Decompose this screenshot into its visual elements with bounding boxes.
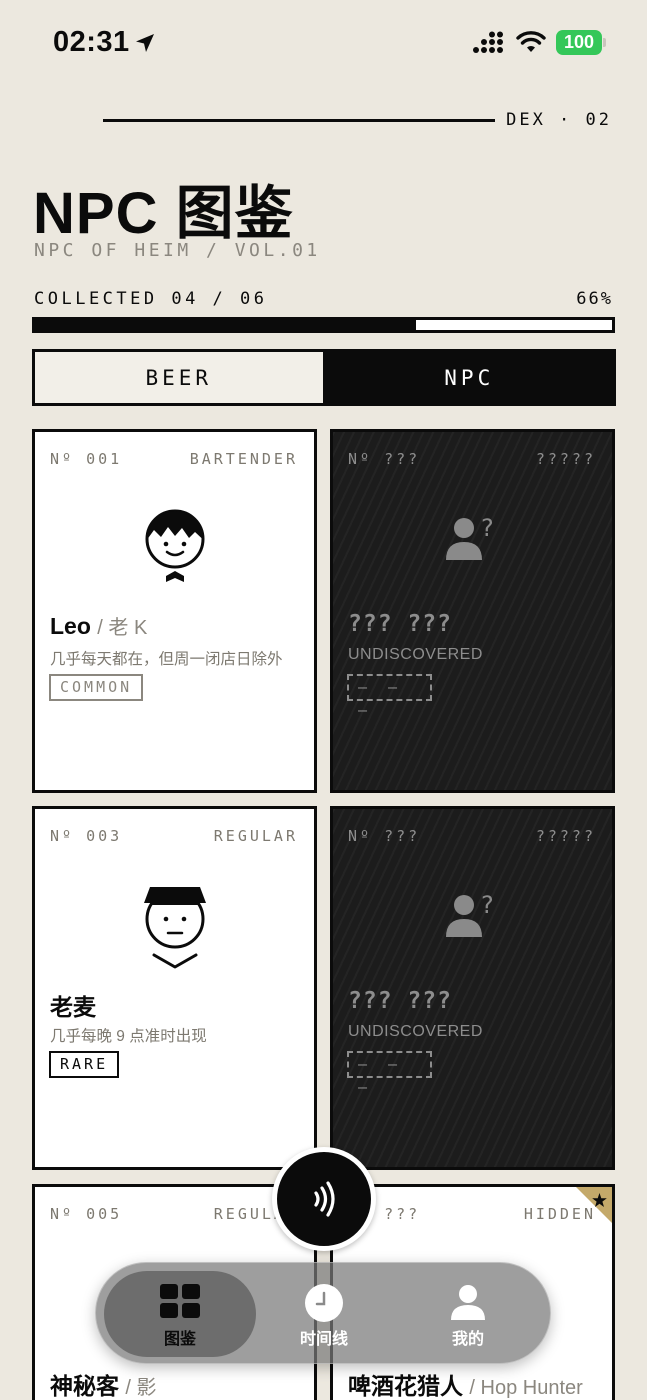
- rarity-badge: – – –: [347, 1051, 432, 1096]
- battery-indicator: 100: [556, 30, 602, 55]
- card-number: Nº ???: [348, 827, 421, 845]
- nav-tab-timeline[interactable]: 时间线: [249, 1263, 399, 1365]
- cellular-signal-icon: [473, 31, 503, 53]
- npc-name: Leo / 老 K: [50, 611, 147, 640]
- nav-label: 图鉴: [163, 1331, 196, 1348]
- rarity-badge: COMMON: [49, 674, 144, 701]
- user-icon: [451, 1285, 485, 1320]
- wifi-icon: [516, 31, 546, 52]
- npc-card-laomai[interactable]: Nº 003 REGULAR 老麦 几乎每晚 9 点准时出现 RARE: [32, 806, 317, 1170]
- npc-description: 几乎每天都在，但周一闭店日除外: [50, 651, 283, 668]
- npc-name: ??? ???: [348, 611, 452, 637]
- npc-name-text: 啤酒花猎人: [348, 1373, 463, 1399]
- category-switcher: BEER NPC: [32, 349, 616, 406]
- npc-name: 啤酒花猎人 / Hop Hunter: [348, 1367, 583, 1400]
- nav-tab-profile[interactable]: 我的: [393, 1263, 543, 1365]
- npc-alias: / 影: [125, 1377, 157, 1399]
- page-title: NPC 图鉴: [33, 181, 294, 246]
- battery-tip: [603, 38, 606, 47]
- npc-name: 神秘客 / 影: [50, 1367, 157, 1400]
- rarity-badge: RARE: [49, 1051, 120, 1078]
- nav-tab-dex[interactable]: 图鉴: [105, 1263, 255, 1365]
- dex-rule: [103, 119, 495, 122]
- rarity-badge: – – –: [347, 674, 432, 719]
- svg-text:?: ?: [481, 514, 494, 542]
- tab-npc[interactable]: NPC: [325, 352, 613, 403]
- card-number: Nº 001: [50, 450, 123, 468]
- status-bar: 02:31 100: [0, 0, 647, 88]
- bartender-avatar-icon: [35, 508, 314, 586]
- unknown-user-icon: ?: [333, 514, 612, 564]
- npc-name-text: Leo: [50, 613, 91, 639]
- npc-card-undiscovered[interactable]: Nº ??? ????? ? ??? ??? UNDISCOVERED – – …: [330, 429, 615, 793]
- status-time: 02:31: [53, 26, 130, 58]
- page-subtitle: NPC OF HEIM / VOL.01: [34, 240, 321, 261]
- nav-label: 我的: [451, 1331, 484, 1348]
- npc-alias: / 老 K: [97, 617, 148, 639]
- regular-avatar-icon: [35, 885, 314, 969]
- npc-card-undiscovered[interactable]: Nº ??? ????? ? ??? ??? UNDISCOVERED – – …: [330, 806, 615, 1170]
- hidden-star-icon: [576, 1187, 612, 1223]
- card-role: ?????: [535, 827, 596, 845]
- npc-description: UNDISCOVERED: [348, 1023, 483, 1040]
- tab-beer[interactable]: BEER: [35, 352, 326, 403]
- nfc-icon: [314, 1181, 335, 1217]
- grid-icon: [160, 1284, 200, 1318]
- npc-alias: / Hop Hunter: [469, 1377, 583, 1399]
- npc-name: 老麦: [50, 994, 96, 1020]
- unknown-user-icon: ?: [333, 891, 612, 941]
- collection-progress-bar: [32, 317, 615, 333]
- card-role: REGULAR: [213, 827, 298, 845]
- card-number: Nº ???: [348, 450, 421, 468]
- location-arrow-icon: [136, 34, 154, 52]
- npc-description: UNDISCOVERED: [348, 646, 483, 663]
- npc-name: ??? ???: [348, 988, 452, 1014]
- collected-percent: 66%: [576, 289, 613, 309]
- npc-description: 几乎每晚 9 点准时出现: [50, 1028, 207, 1045]
- card-role: ?????: [535, 450, 596, 468]
- nav-label: 时间线: [299, 1331, 348, 1348]
- bottom-tab-bar: 图鉴 时间线 我的: [95, 1262, 551, 1364]
- npc-name-text: 神秘客: [50, 1373, 119, 1399]
- card-role: BARTENDER: [189, 450, 298, 468]
- card-number: Nº 003: [50, 827, 123, 845]
- clock-icon: [305, 1284, 343, 1322]
- nfc-scan-button[interactable]: [272, 1147, 376, 1251]
- npc-card-leo[interactable]: Nº 001 BARTENDER Leo / 老 K 几乎每天都在，但周一闭店日…: [32, 429, 317, 793]
- svg-text:?: ?: [481, 891, 494, 919]
- collected-count: COLLECTED 04 / 06: [34, 289, 268, 309]
- card-number: Nº 005: [50, 1205, 123, 1223]
- progress-fill: [35, 320, 416, 330]
- dex-tag: DEX · 02: [506, 110, 612, 130]
